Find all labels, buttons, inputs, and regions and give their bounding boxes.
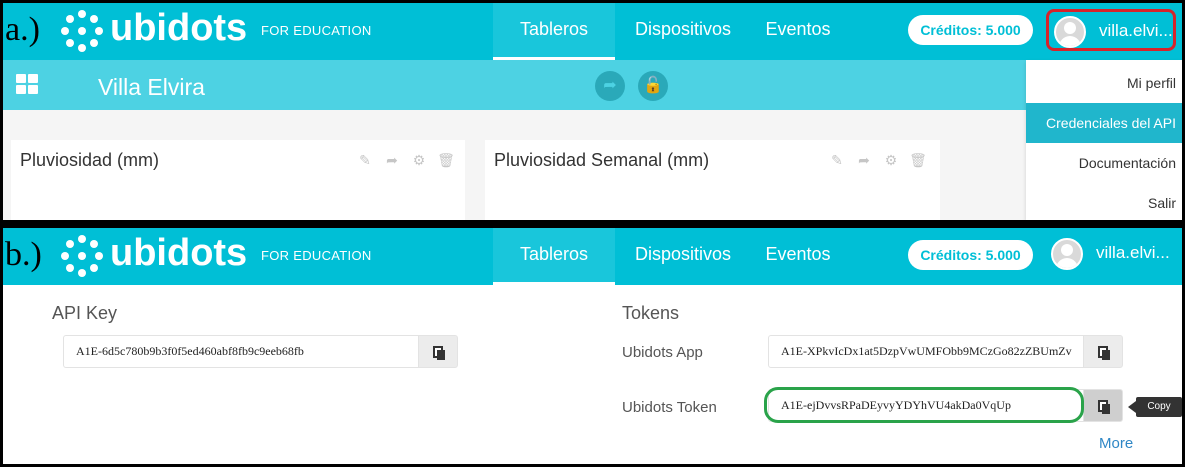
- token-label-app: Ubidots App: [622, 344, 703, 361]
- menu-item-logout[interactable]: Salir: [1026, 183, 1182, 220]
- brand-logo-text[interactable]: ubidots: [110, 7, 247, 50]
- panel-label: a.): [5, 11, 40, 48]
- widget-card: Pluviosidad Semanal (mm) ✎ ➦ ⚙ 🗑: [485, 140, 940, 220]
- more-link[interactable]: More: [1099, 435, 1133, 452]
- tab-eventos[interactable]: Eventos: [755, 3, 841, 60]
- avatar: [1051, 238, 1083, 270]
- username: villa.elvi...: [1096, 243, 1170, 262]
- tab-dispositivos[interactable]: Dispositivos: [620, 3, 746, 60]
- lock-icon[interactable]: 🔓: [638, 71, 668, 101]
- tokens-heading: Tokens: [622, 303, 680, 323]
- edit-icon[interactable]: ✎: [828, 152, 846, 168]
- tab-dispositivos[interactable]: Dispositivos: [620, 228, 746, 285]
- tab-eventos[interactable]: Eventos: [755, 228, 841, 285]
- share-icon[interactable]: ➦: [383, 152, 401, 168]
- gear-icon[interactable]: ⚙: [882, 152, 900, 168]
- copy-api-key-button[interactable]: [418, 335, 458, 368]
- ubidots-logo-icon[interactable]: [61, 235, 103, 277]
- share-icon[interactable]: ➦: [855, 152, 873, 168]
- panel-b: b.) ubidots FOR EDUCATION Tableros Dispo…: [3, 228, 1182, 464]
- copy-ubidots-token-button[interactable]: [1083, 389, 1123, 422]
- brand-tagline: FOR EDUCATION: [261, 23, 372, 38]
- brand-logo-text[interactable]: ubidots: [110, 232, 247, 275]
- token-label-ubidots: Ubidots Token: [622, 399, 717, 416]
- trash-icon[interactable]: 🗑: [909, 152, 927, 168]
- widget-card: Pluviosidad (mm) ✎ ➦ ⚙ 🗑: [11, 140, 465, 220]
- username: villa.elvi...: [1099, 21, 1173, 40]
- credits-badge[interactable]: Créditos: 5.000: [908, 15, 1033, 45]
- menu-item-profile[interactable]: Mi perfil: [1026, 63, 1182, 103]
- share-icon[interactable]: ➦: [595, 71, 625, 101]
- ubidots-logo-icon[interactable]: [61, 10, 103, 52]
- tab-tableros[interactable]: Tableros: [493, 228, 615, 285]
- dashboard-grid-icon[interactable]: [16, 74, 38, 94]
- token-field-app[interactable]: A1E-XPkvIcDx1at5DzpVwUMFObb9MCzGo82zZBUm…: [768, 335, 1084, 368]
- copy-icon: [1098, 400, 1110, 414]
- trash-icon[interactable]: 🗑: [437, 152, 455, 168]
- avatar: [1054, 16, 1086, 48]
- copy-app-token-button[interactable]: [1083, 335, 1123, 368]
- copy-icon: [433, 346, 445, 360]
- user-menu-toggle[interactable]: villa.elvi...: [1046, 9, 1176, 51]
- panel-label: b.): [5, 236, 42, 273]
- top-navbar: b.) ubidots FOR EDUCATION Tableros Dispo…: [3, 228, 1182, 285]
- copy-icon: [1098, 346, 1110, 360]
- menu-item-api-credentials[interactable]: Credenciales del API: [1026, 103, 1182, 143]
- credits-badge[interactable]: Créditos: 5.000: [908, 240, 1033, 270]
- tab-tableros[interactable]: Tableros: [493, 3, 615, 60]
- panel-a: a.) ubidots FOR EDUCATION Tableros Dispo…: [3, 3, 1182, 220]
- edit-icon[interactable]: ✎: [356, 152, 374, 168]
- dashboard-title: Villa Elvira: [98, 74, 205, 100]
- brand-tagline: FOR EDUCATION: [261, 248, 372, 263]
- user-dropdown-menu: Mi perfil Credenciales del API Documenta…: [1026, 60, 1182, 220]
- user-menu-toggle[interactable]: villa.elvi...: [1046, 234, 1176, 276]
- token-highlight: [764, 387, 1084, 423]
- api-key-field[interactable]: A1E-6d5c780b9b3f0f5ed460abf8fb9c9eeb68fb: [63, 335, 419, 368]
- gear-icon[interactable]: ⚙: [410, 152, 428, 168]
- copy-tooltip: Copy: [1128, 397, 1182, 417]
- widget-title: Pluviosidad Semanal (mm): [494, 150, 710, 170]
- widget-title: Pluviosidad (mm): [20, 150, 160, 170]
- dashboard-toolbar: Villa Elvira ➦ 🔓: [3, 60, 1182, 110]
- menu-item-documentation[interactable]: Documentación: [1026, 143, 1182, 183]
- api-key-heading: API Key: [52, 303, 118, 323]
- top-navbar: a.) ubidots FOR EDUCATION Tableros Dispo…: [3, 3, 1182, 60]
